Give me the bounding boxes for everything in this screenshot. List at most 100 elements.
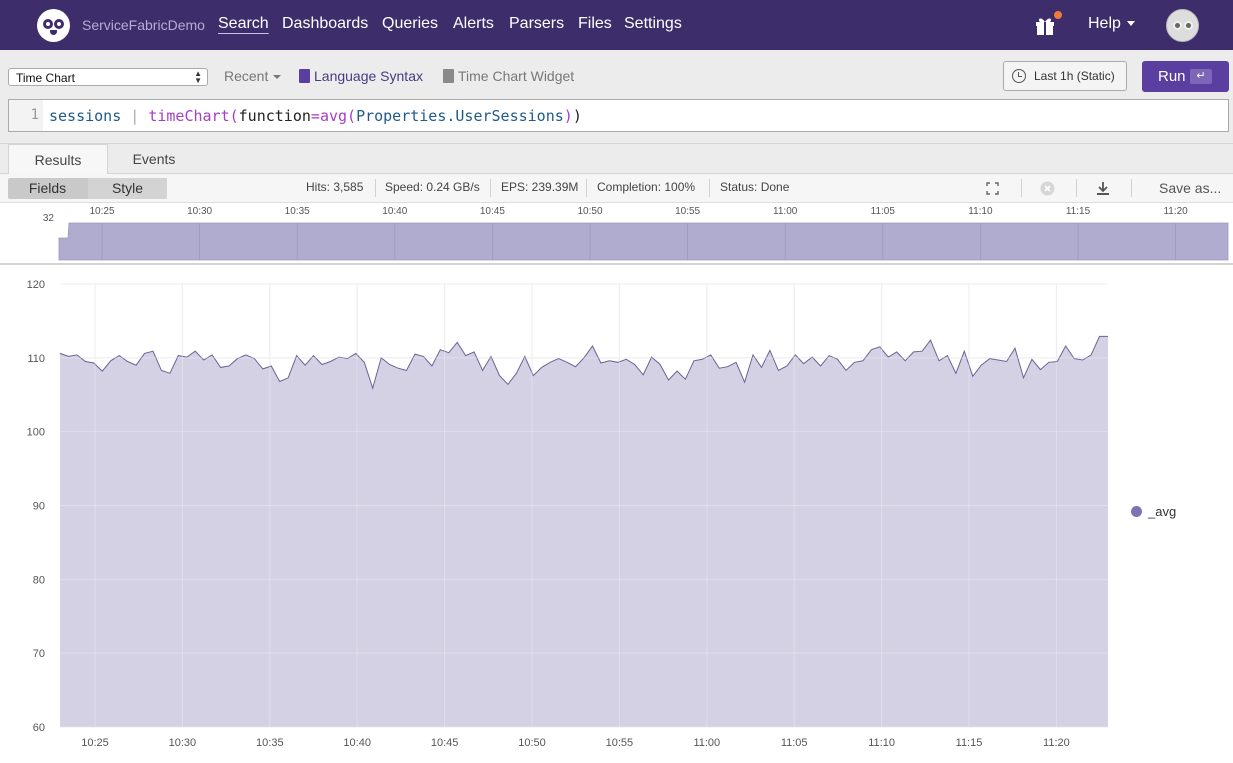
chart-legend[interactable]: _avg <box>1131 504 1176 519</box>
enter-key-icon: ↵ <box>1190 69 1212 84</box>
series-area <box>60 336 1108 727</box>
top-nav: ServiceFabricDemo Search Dashboards Quer… <box>0 0 1233 50</box>
recent-queries-dropdown[interactable]: Recent <box>224 68 282 84</box>
run-button[interactable]: Run ↵ <box>1142 61 1229 92</box>
style-button[interactable]: Style <box>88 178 167 199</box>
y-tick-label: 70 <box>33 648 45 660</box>
overview-timeline[interactable]: 32 10:25 10:30 10:35 10:40 10:45 10:50 10:55 11:… <box>43 206 1229 261</box>
query-text[interactable]: sessions | timeChart(function=avg(Proper… <box>49 107 582 125</box>
overview-tick-label: 11:00 <box>773 206 798 217</box>
query-token: Properties.UserSessions <box>356 107 564 125</box>
query-token: function <box>238 107 311 125</box>
book-icon <box>443 69 454 83</box>
clock-icon <box>1012 69 1026 83</box>
y-tick-label: 90 <box>33 501 45 513</box>
result-tabs: Results Events <box>0 143 1233 174</box>
y-tick-label: 100 <box>27 427 45 439</box>
y-tick-label: 120 <box>27 279 45 291</box>
x-tick-label: 11:05 <box>781 737 808 749</box>
overview-area <box>58 222 1229 261</box>
select-arrows-icon: ▲ ▼ <box>194 69 202 85</box>
nav-parsers[interactable]: Parsers <box>509 15 564 33</box>
owl-logo-icon[interactable] <box>37 9 70 42</box>
fields-style-toggle: Fields Style <box>8 178 167 199</box>
stats-bar: Fields Style Hits: 3,585 Speed: 0.24 GB/… <box>0 174 1233 203</box>
nav-alerts[interactable]: Alerts <box>453 15 494 33</box>
tab-results[interactable]: Results <box>8 144 108 174</box>
nav-queries[interactable]: Queries <box>382 15 438 33</box>
query-token: ) <box>563 107 573 125</box>
overview-tick-label: 10:55 <box>675 206 700 217</box>
legend-swatch <box>1131 506 1142 517</box>
query-token: avg( <box>319 107 357 125</box>
save-as-button[interactable]: Save as... <box>1159 180 1221 196</box>
overview-tick-label: 10:30 <box>187 206 212 217</box>
y-tick-label: 80 <box>33 574 45 586</box>
nav-dashboards[interactable]: Dashboards <box>282 15 368 33</box>
line-number: 1 <box>9 100 43 131</box>
book-icon <box>299 69 310 83</box>
fields-button[interactable]: Fields <box>8 178 87 199</box>
x-tick-label: 11:10 <box>868 737 895 749</box>
x-tick-label: 11:20 <box>1043 737 1070 749</box>
query-token: | <box>121 107 149 125</box>
x-tick-label: 10:45 <box>431 737 459 749</box>
query-toolbar: Time Chart ▲ ▼ Recent Language Syntax Tim… <box>0 50 1233 143</box>
y-tick-label: 60 <box>33 722 45 734</box>
nav-files[interactable]: Files <box>578 15 612 33</box>
query-token: sessions <box>49 107 122 125</box>
x-tick-label: 10:40 <box>343 737 371 749</box>
language-syntax-label: Language Syntax <box>314 68 423 84</box>
query-token: = <box>310 107 320 125</box>
time-range-button[interactable]: Last 1h (Static) <box>1003 61 1127 91</box>
query-editor[interactable]: 1 sessions | timeChart(function=avg(Prop… <box>8 99 1229 132</box>
overview-tick-label: 10:40 <box>382 206 407 217</box>
overview-tick-label: 10:25 <box>89 206 114 217</box>
run-label: Run <box>1158 68 1186 85</box>
repository-name[interactable]: ServiceFabricDemo <box>82 17 205 33</box>
x-tick-label: 10:25 <box>81 737 109 749</box>
x-tick-label: 11:15 <box>956 737 983 749</box>
overview-tick-label: 10:45 <box>480 206 505 217</box>
overview-max-label: 32 <box>43 213 55 224</box>
completion-stat: Completion: 100% <box>597 180 696 194</box>
notification-dot <box>1054 11 1062 19</box>
x-tick-label: 10:35 <box>256 737 284 749</box>
x-tick-label: 11:00 <box>693 737 720 749</box>
overview-tick-label: 11:15 <box>1066 206 1091 217</box>
fullscreen-icon[interactable] <box>986 182 999 195</box>
x-tick-label: 10:30 <box>169 737 197 749</box>
time-range-label: Last 1h (Static) <box>1034 69 1115 83</box>
time-chart-widget-link[interactable]: Time Chart Widget <box>443 68 574 84</box>
nav-settings[interactable]: Settings <box>624 15 682 33</box>
download-icon[interactable] <box>1096 181 1110 196</box>
help-menu[interactable]: Help <box>1088 15 1135 33</box>
overview-tick-label: 10:35 <box>285 206 310 217</box>
hits-stat: Hits: 3,585 <box>306 180 364 194</box>
time-chart-widget-label: Time Chart Widget <box>458 68 575 84</box>
main-chart: 60 70 80 90 100 110 120 10:25 10:30 10:35 10:40 10:… <box>27 279 1108 749</box>
query-token: timeChart( <box>148 107 239 125</box>
time-chart[interactable]: 32 10:25 10:30 10:35 10:40 10:45 10:50 10:55 11:… <box>0 203 1233 763</box>
help-label: Help <box>1088 15 1121 32</box>
overview-tick-label: 11:10 <box>968 206 993 217</box>
recent-label: Recent <box>224 68 269 84</box>
overview-tick-label: 10:50 <box>577 206 602 217</box>
eps-stat: EPS: 239.39M <box>501 180 579 194</box>
status-stat: Status: Done <box>720 180 790 194</box>
user-avatar[interactable] <box>1166 9 1199 42</box>
nav-search[interactable]: Search <box>218 15 269 33</box>
x-tick-label: 10:55 <box>606 737 634 749</box>
overview-tick-label: 11:20 <box>1163 206 1188 217</box>
query-token: ) <box>572 107 582 125</box>
widget-type-select[interactable]: Time Chart ▲ ▼ <box>8 68 208 86</box>
y-tick-label: 110 <box>27 353 45 365</box>
language-syntax-link[interactable]: Language Syntax <box>299 68 423 84</box>
cancel-icon[interactable] <box>1040 181 1055 196</box>
widget-type-value: Time Chart <box>16 71 75 85</box>
legend-label: _avg <box>1148 504 1177 519</box>
chevron-down-icon <box>273 75 282 80</box>
tab-events[interactable]: Events <box>108 144 200 174</box>
overview-tick-label: 11:05 <box>871 206 896 217</box>
gift-icon[interactable] <box>1034 14 1056 36</box>
